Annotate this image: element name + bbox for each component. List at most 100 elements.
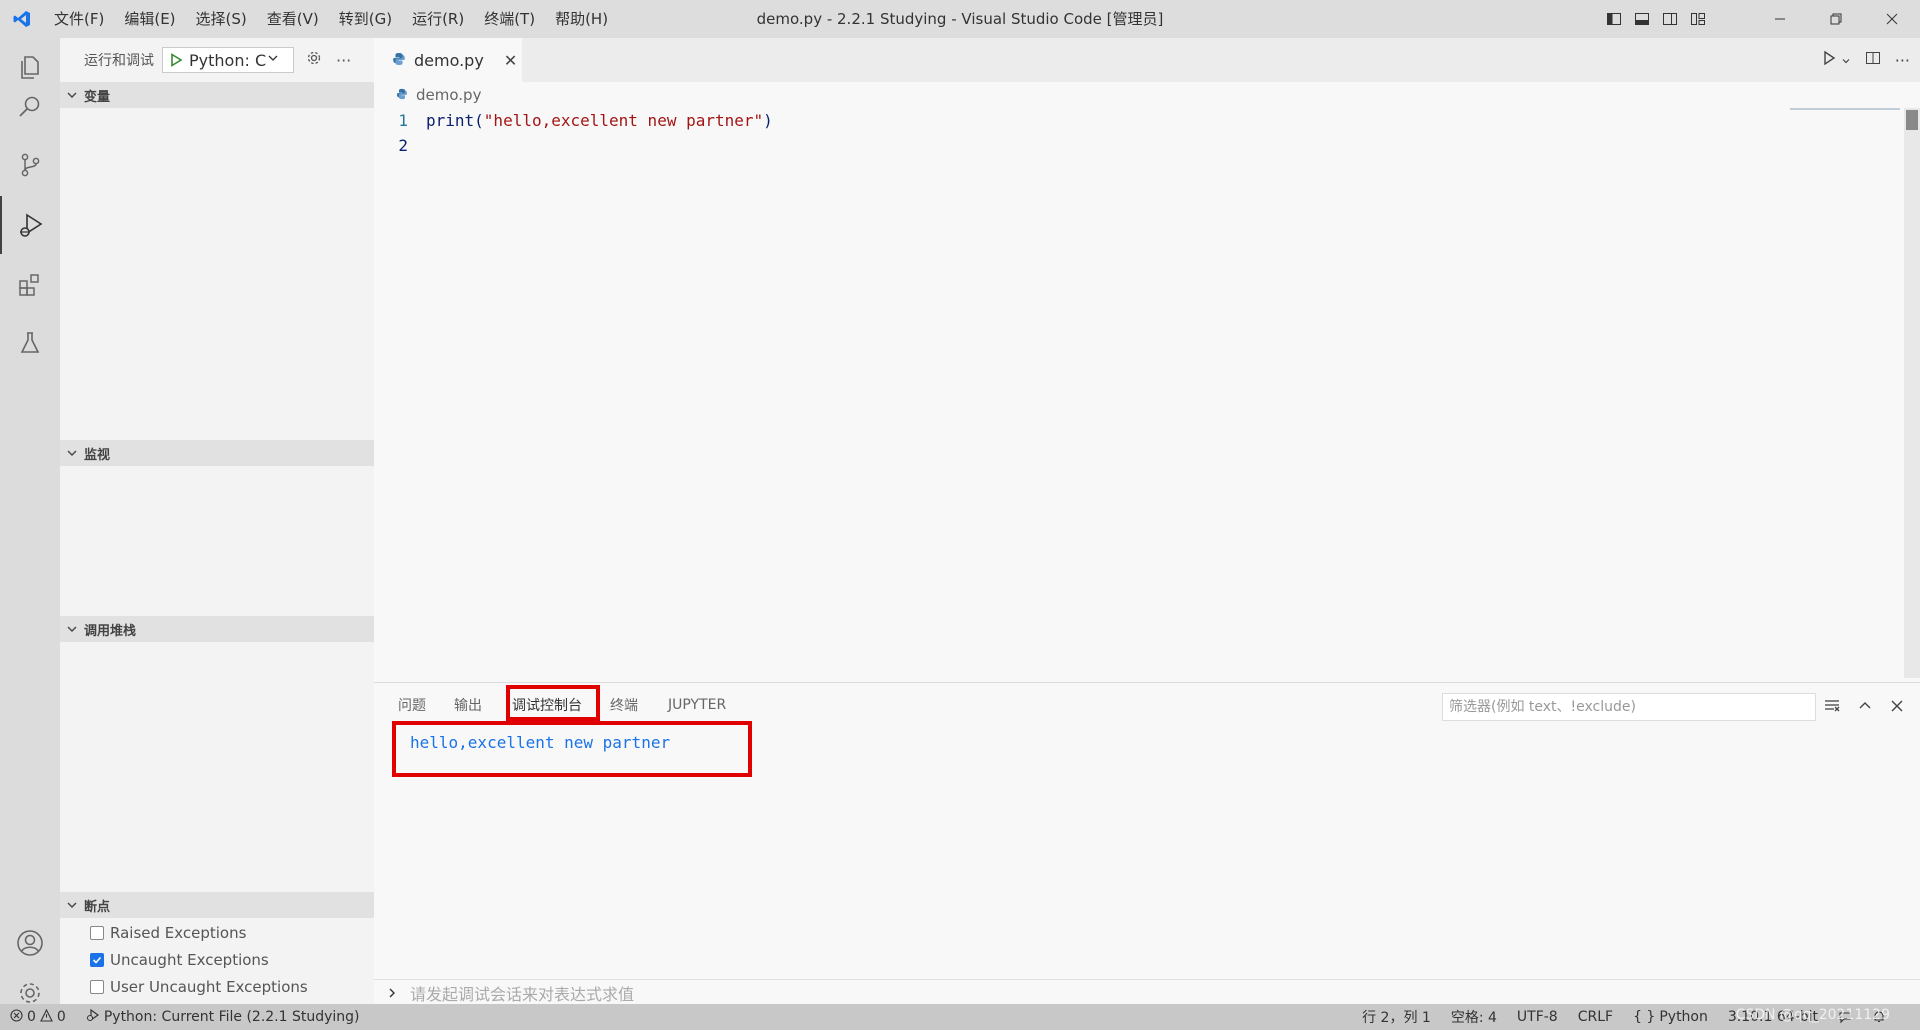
split-editor-icon[interactable] xyxy=(1865,50,1881,70)
end-of-line[interactable]: CRLF xyxy=(1568,1009,1623,1025)
debug-run-icon xyxy=(86,1008,100,1026)
menu-help[interactable]: 帮助(H) xyxy=(545,0,618,38)
breakpoint-user-uncaught-exceptions[interactable]: User Uncaught Exceptions xyxy=(90,974,308,1000)
debug-console-output: hello,excellent new partner xyxy=(410,733,671,752)
menu-bar: 文件(F) 编辑(E) 选择(S) 查看(V) 转到(G) 运行(R) 终端(T… xyxy=(44,0,618,38)
bottom-panel: 问题 输出 调试控制台 终端 JUPYTER 筛选器(例如 text、!excl… xyxy=(374,682,1920,1004)
menu-view[interactable]: 查看(V) xyxy=(257,0,329,38)
activity-bar xyxy=(0,38,60,1004)
debug-config-status[interactable]: Python: Current File (2.2.1 Studying) xyxy=(76,1008,370,1026)
editor-tab-bar: demo.py ✕ ··· xyxy=(374,38,1920,82)
close-tab-icon[interactable]: ✕ xyxy=(504,51,517,70)
checkbox[interactable] xyxy=(90,926,104,940)
restore-button[interactable] xyxy=(1808,0,1864,38)
error-count: 0 xyxy=(27,1009,36,1025)
chevron-down-icon xyxy=(60,447,84,459)
close-window-button[interactable] xyxy=(1864,0,1920,38)
panel-actions xyxy=(1824,693,1904,721)
variables-section-header[interactable]: 变量 xyxy=(60,82,374,108)
close-panel-icon[interactable] xyxy=(1890,698,1904,717)
code-line: 2 xyxy=(374,133,1904,158)
chevron-down-icon xyxy=(60,899,84,911)
run-python-file-icon[interactable] xyxy=(1821,50,1837,70)
watch-section-header[interactable]: 监视 xyxy=(60,440,374,466)
minimap[interactable] xyxy=(1790,108,1900,110)
line-number: 2 xyxy=(398,136,408,155)
problems-status[interactable]: 0 0 xyxy=(0,1008,76,1026)
menu-run[interactable]: 运行(R) xyxy=(402,0,474,38)
breakpoint-label: User Uncaught Exceptions xyxy=(110,978,308,996)
menu-terminal[interactable]: 终端(T) xyxy=(474,0,545,38)
code-editor[interactable]: 1 print("hello,excellent new partner") 2 xyxy=(374,108,1904,158)
editor-scrollbar[interactable] xyxy=(1904,108,1920,678)
watermark: CSDN @qq_20211129 xyxy=(1735,1007,1890,1023)
chevron-down-icon xyxy=(60,623,84,635)
code-paren: ) xyxy=(763,111,773,130)
breakpoint-raised-exceptions[interactable]: Raised Exceptions xyxy=(90,920,246,946)
breadcrumb-file[interactable]: demo.py xyxy=(416,86,481,104)
warning-icon xyxy=(40,1008,53,1026)
minimize-button[interactable] xyxy=(1752,0,1808,38)
launch-config-label: Python: Cu xyxy=(189,50,267,70)
error-icon xyxy=(10,1008,23,1026)
scrollbar-thumb[interactable] xyxy=(1906,110,1918,130)
menu-edit[interactable]: 编辑(E) xyxy=(114,0,185,38)
python-file-icon xyxy=(392,51,406,70)
vscode-window: 文件(F) 编辑(E) 选择(S) 查看(V) 转到(G) 运行(R) 终端(T… xyxy=(0,0,1920,1030)
checkbox-checked[interactable] xyxy=(90,953,104,967)
title-bar: 文件(F) 编辑(E) 选择(S) 查看(V) 转到(G) 运行(R) 终端(T… xyxy=(0,0,1920,38)
callstack-section-header[interactable]: 调用堆栈 xyxy=(60,616,374,642)
python-file-icon xyxy=(396,86,408,104)
start-debugging-icon[interactable] xyxy=(163,53,189,67)
debug-console-filter-input[interactable]: 筛选器(例如 text、!exclude) xyxy=(1442,693,1816,721)
debug-config-label: Python: Current File (2.2.1 Studying) xyxy=(103,1009,360,1025)
menu-selection[interactable]: 选择(S) xyxy=(186,0,257,38)
chevron-right-icon xyxy=(374,987,410,999)
chevron-down-icon xyxy=(267,52,279,68)
tab-demo-py[interactable]: demo.py ✕ xyxy=(374,38,522,82)
editor-actions: ··· xyxy=(1821,38,1910,82)
indentation[interactable]: 空格: 4 xyxy=(1441,1007,1507,1027)
breakpoints-section-header[interactable]: 断点 xyxy=(60,892,374,918)
cursor-position[interactable]: 行 2，列 1 xyxy=(1352,1007,1441,1027)
chevron-down-icon[interactable] xyxy=(1841,51,1851,70)
search-icon[interactable] xyxy=(0,78,60,136)
menu-file[interactable]: 文件(F) xyxy=(44,0,114,38)
breakpoints-title: 断点 xyxy=(84,899,111,915)
language-mode[interactable]: { } Python xyxy=(1623,1009,1718,1025)
more-actions-icon[interactable]: ··· xyxy=(1895,51,1910,70)
sidebar-header: 运行和调试 Python: Cu ··· xyxy=(60,38,374,82)
encoding[interactable]: UTF-8 xyxy=(1507,1009,1568,1025)
more-actions-icon[interactable]: ··· xyxy=(336,51,351,70)
status-left: 0 0 Python: Current File (2.2.1 Studying… xyxy=(0,1004,370,1030)
braces-icon: { } xyxy=(1633,1009,1656,1025)
maximize-panel-icon[interactable] xyxy=(1858,698,1872,717)
repl-input[interactable]: 请发起调试会话来对表达式求值 xyxy=(410,981,634,1005)
breakpoint-uncaught-exceptions[interactable]: Uncaught Exceptions xyxy=(90,947,269,973)
code-function: print( xyxy=(426,111,484,130)
testing-flask-icon[interactable] xyxy=(0,314,60,372)
launch-config-select[interactable]: Python: Cu xyxy=(162,47,294,73)
run-and-debug-icon[interactable] xyxy=(0,196,60,254)
code-string: "hello,excellent new partner" xyxy=(483,111,764,130)
breadcrumb: demo.py xyxy=(396,84,481,106)
code-line: 1 print("hello,excellent new partner") xyxy=(374,108,1904,133)
breakpoint-label: Raised Exceptions xyxy=(110,924,247,942)
toggle-panel-icon[interactable] xyxy=(1628,0,1656,38)
source-control-icon[interactable] xyxy=(0,136,60,194)
open-launch-json-gear-icon[interactable] xyxy=(306,50,322,70)
chevron-down-icon xyxy=(60,89,84,101)
checkbox[interactable] xyxy=(90,980,104,994)
callstack-title: 调用堆栈 xyxy=(84,623,137,639)
toggle-primary-sidebar-icon[interactable] xyxy=(1600,0,1628,38)
toggle-secondary-sidebar-icon[interactable] xyxy=(1656,0,1684,38)
line-number: 1 xyxy=(398,111,408,130)
tab-label: demo.py xyxy=(414,50,484,70)
clear-console-icon[interactable] xyxy=(1824,697,1840,717)
status-bar: 0 0 Python: Current File (2.2.1 Studying… xyxy=(0,1004,1920,1030)
customize-layout-icon[interactable] xyxy=(1684,0,1712,38)
extensions-icon[interactable] xyxy=(0,256,60,314)
debug-console-repl[interactable]: 请发起调试会话来对表达式求值 xyxy=(374,979,1920,1005)
title-bar-controls xyxy=(1600,0,1920,38)
menu-go[interactable]: 转到(G) xyxy=(329,0,402,38)
